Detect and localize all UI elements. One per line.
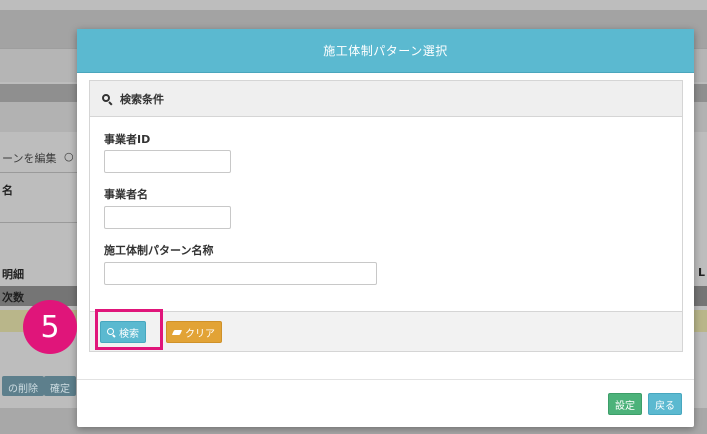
set-button-label: 設定 xyxy=(615,400,635,412)
business-name-label: 事業者名 xyxy=(104,188,148,201)
step-number: 5 xyxy=(40,309,60,345)
back-button[interactable]: 戻る xyxy=(648,393,682,415)
background-radio: ○ xyxy=(64,150,74,163)
back-button-label: 戻る xyxy=(655,400,675,412)
search-icon xyxy=(102,93,113,106)
pattern-name-label: 施工体制パターン名称 xyxy=(104,244,214,257)
step-badge: 5 xyxy=(23,300,77,354)
panel-heading: 検索条件 xyxy=(90,81,682,117)
background-field-label: 名 xyxy=(2,184,13,197)
modal-header: 施工体制パターン選択 xyxy=(77,29,694,73)
step-highlight-box xyxy=(95,309,163,350)
pattern-name-input[interactable] xyxy=(104,262,377,285)
background-edit-option: ーンを編集 xyxy=(2,152,57,165)
background-divider xyxy=(0,222,80,223)
business-name-input[interactable] xyxy=(104,206,231,229)
panel-heading-label: 検索条件 xyxy=(120,92,164,106)
panel-footer: 検索 クリア xyxy=(90,311,682,351)
background-right-fragment: L xyxy=(698,266,706,279)
business-id-input[interactable] xyxy=(104,150,231,173)
pattern-select-modal: 施工体制パターン選択 検索条件 事業者ID 事業者名 施工体制パターン名称 検索… xyxy=(77,29,694,427)
modal-footer: 設定 戻る xyxy=(77,379,694,427)
clear-button-label: クリア xyxy=(185,328,215,340)
modal-title: 施工体制パターン選択 xyxy=(323,44,448,58)
background-confirm-button: 確定 xyxy=(44,376,76,396)
business-id-label: 事業者ID xyxy=(104,133,151,146)
set-button[interactable]: 設定 xyxy=(608,393,642,415)
eraser-icon xyxy=(171,329,183,335)
clear-button[interactable]: クリア xyxy=(166,321,222,343)
background-delete-button: の削除 xyxy=(2,376,44,396)
background-column-header: 次数 xyxy=(2,291,24,304)
background-section-title: 明細 xyxy=(2,268,24,281)
background-divider xyxy=(0,172,80,173)
search-conditions-panel: 検索条件 事業者ID 事業者名 施工体制パターン名称 検索 クリア xyxy=(89,80,683,352)
